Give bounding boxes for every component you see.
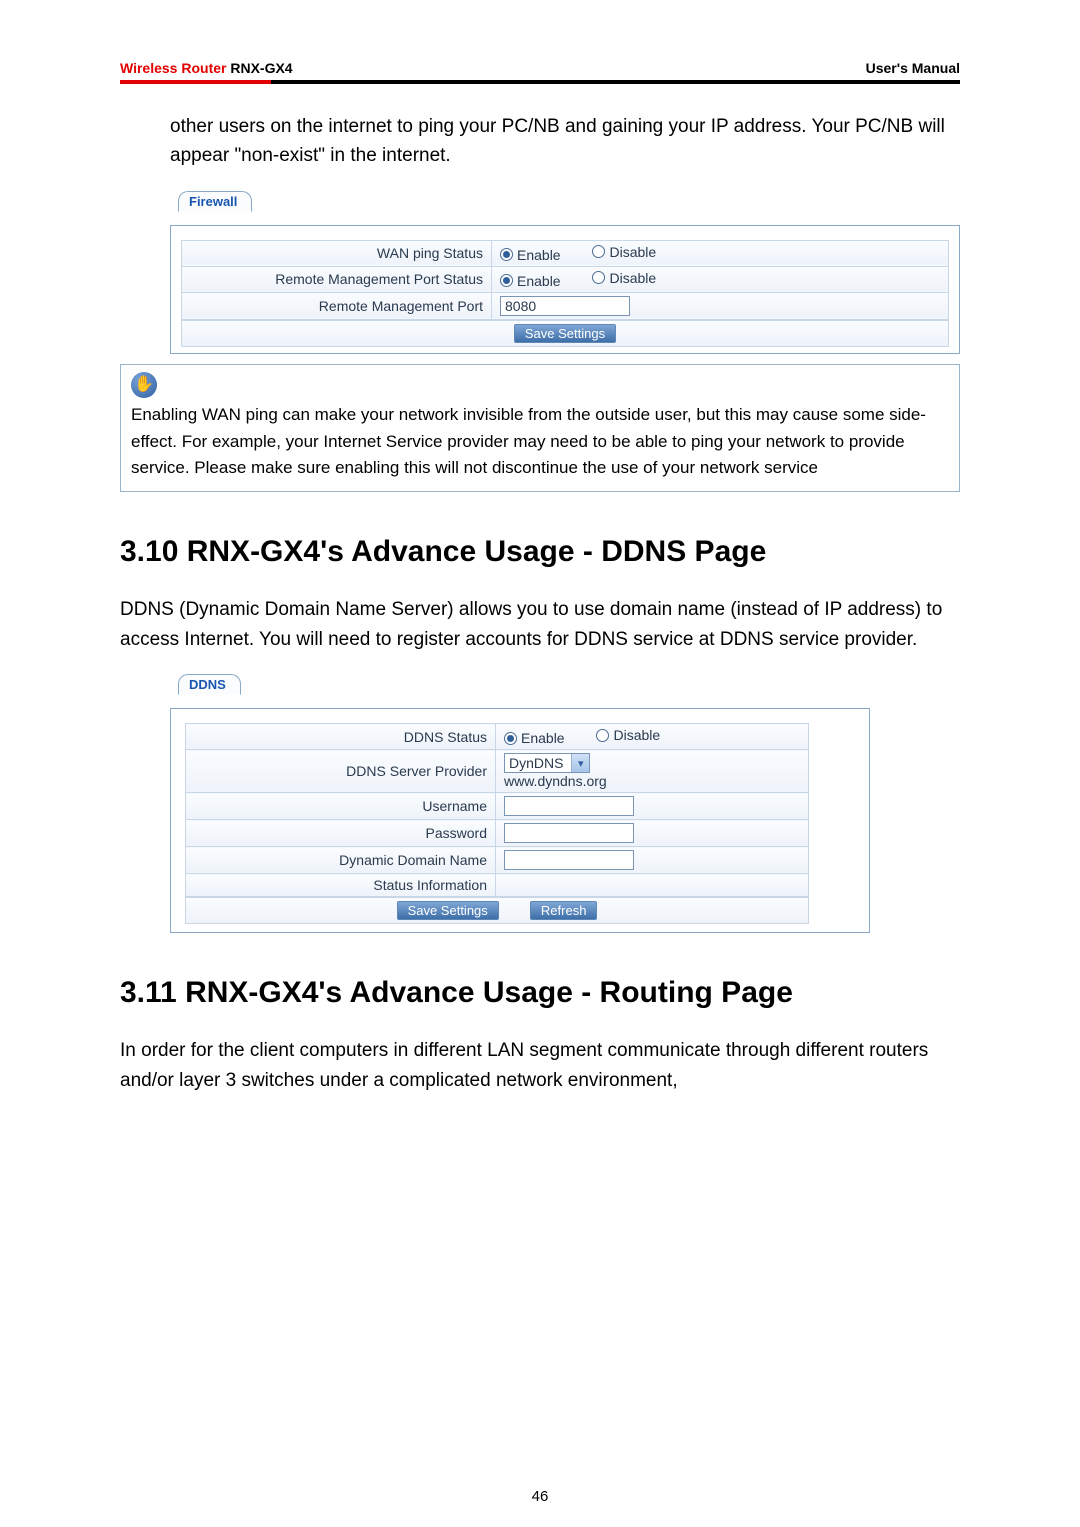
table-row: Password bbox=[186, 820, 809, 847]
ddns-provider-label: DDNS Server Provider bbox=[186, 750, 496, 793]
remote-port-value-cell bbox=[492, 292, 949, 319]
table-row: Status Information bbox=[186, 874, 809, 897]
ddns-status-value-cell: Enable Disable bbox=[496, 724, 809, 750]
firewall-actions: Save Settings bbox=[181, 320, 949, 347]
radio-off-icon bbox=[596, 729, 609, 742]
table-row: Remote Management Port Status Enable Dis… bbox=[182, 266, 949, 292]
ddns-refresh-button[interactable]: Refresh bbox=[530, 901, 598, 920]
ddns-save-button[interactable]: Save Settings bbox=[397, 901, 499, 920]
page-number: 46 bbox=[0, 1488, 1080, 1505]
firewall-tab[interactable]: Firewall bbox=[178, 191, 252, 212]
header-right: User's Manual bbox=[866, 60, 960, 76]
table-row: WAN ping Status Enable Disable bbox=[182, 240, 949, 266]
ddns-provider-url: www.dyndns.org bbox=[504, 773, 607, 789]
section-heading-311: 3.11 RNX-GX4's Advance Usage - Routing P… bbox=[120, 969, 960, 1017]
ddns-username-label: Username bbox=[186, 793, 496, 820]
remote-status-value-cell: Enable Disable bbox=[492, 266, 949, 292]
table-row: Username bbox=[186, 793, 809, 820]
ddns-statusinfo-label: Status Information bbox=[186, 874, 496, 897]
header-left: Wireless Router RNX-GX4 bbox=[120, 60, 293, 76]
remote-status-enable-radio[interactable]: Enable bbox=[500, 273, 561, 289]
remote-port-input[interactable] bbox=[500, 296, 630, 316]
table-row: Remote Management Port bbox=[182, 292, 949, 319]
radio-off-icon bbox=[592, 271, 605, 284]
radio-label: Enable bbox=[517, 273, 561, 289]
remote-status-label: Remote Management Port Status bbox=[182, 266, 492, 292]
ddns-disable-radio[interactable]: Disable bbox=[596, 727, 660, 743]
header-product-line: Wireless Router bbox=[120, 60, 226, 76]
radio-label: Disable bbox=[609, 244, 656, 260]
wan-ping-value-cell: Enable Disable bbox=[492, 240, 949, 266]
ddns-password-input[interactable] bbox=[504, 823, 634, 843]
ddns-intro: DDNS (Dynamic Domain Name Server) allows… bbox=[120, 595, 952, 654]
chevron-down-icon: ▾ bbox=[571, 754, 589, 772]
table-row: Dynamic Domain Name bbox=[186, 847, 809, 874]
ddns-status-label: DDNS Status bbox=[186, 724, 496, 750]
ddns-enable-radio[interactable]: Enable bbox=[504, 730, 565, 746]
radio-on-icon bbox=[500, 248, 513, 261]
ddns-domain-input[interactable] bbox=[504, 850, 634, 870]
tip-hand-icon: ✋ bbox=[131, 372, 157, 398]
ddns-domain-label: Dynamic Domain Name bbox=[186, 847, 496, 874]
remote-status-disable-radio[interactable]: Disable bbox=[592, 270, 656, 286]
routing-intro: In order for the client computers in dif… bbox=[120, 1036, 952, 1095]
intro-paragraph-continued: other users on the internet to ping your… bbox=[170, 112, 952, 171]
select-value: DynDNS bbox=[509, 755, 563, 771]
header-rule bbox=[120, 80, 960, 84]
ddns-panel: DDNS Status Enable Disable DDNS Server P… bbox=[170, 708, 870, 933]
ddns-password-label: Password bbox=[186, 820, 496, 847]
section-heading-310: 3.10 RNX-GX4's Advance Usage - DDNS Page bbox=[120, 528, 960, 576]
firewall-panel: WAN ping Status Enable Disable Remote Ma… bbox=[170, 225, 960, 354]
wan-ping-label: WAN ping Status bbox=[182, 240, 492, 266]
wan-ping-disable-radio[interactable]: Disable bbox=[592, 244, 656, 260]
page-header: Wireless Router RNX-GX4 User's Manual bbox=[120, 60, 960, 80]
table-row: DDNS Server Provider DynDNS ▾ www.dyndns… bbox=[186, 750, 809, 793]
ddns-tab[interactable]: DDNS bbox=[178, 674, 241, 695]
ddns-provider-value-cell: DynDNS ▾ www.dyndns.org bbox=[496, 750, 809, 793]
radio-on-icon bbox=[500, 274, 513, 287]
remote-port-label: Remote Management Port bbox=[182, 292, 492, 319]
save-settings-button[interactable]: Save Settings bbox=[514, 324, 616, 343]
radio-label: Enable bbox=[517, 247, 561, 263]
wan-ping-enable-radio[interactable]: Enable bbox=[500, 247, 561, 263]
ddns-settings-table: DDNS Status Enable Disable DDNS Server P… bbox=[185, 723, 809, 897]
header-model: RNX-GX4 bbox=[226, 60, 292, 76]
firewall-settings-table: WAN ping Status Enable Disable Remote Ma… bbox=[181, 240, 949, 320]
table-row: DDNS Status Enable Disable bbox=[186, 724, 809, 750]
ddns-provider-select[interactable]: DynDNS ▾ bbox=[504, 753, 590, 773]
radio-label: Disable bbox=[609, 270, 656, 286]
radio-label: Disable bbox=[613, 727, 660, 743]
radio-label: Enable bbox=[521, 730, 565, 746]
firewall-tip-panel: ✋ Enabling WAN ping can make your networ… bbox=[120, 364, 960, 492]
ddns-actions: Save Settings Refresh bbox=[185, 897, 809, 924]
radio-off-icon bbox=[592, 245, 605, 258]
ddns-username-input[interactable] bbox=[504, 796, 634, 816]
ddns-statusinfo-value bbox=[496, 874, 809, 897]
radio-on-icon bbox=[504, 732, 517, 745]
firewall-tip-text: Enabling WAN ping can make your network … bbox=[131, 402, 949, 481]
